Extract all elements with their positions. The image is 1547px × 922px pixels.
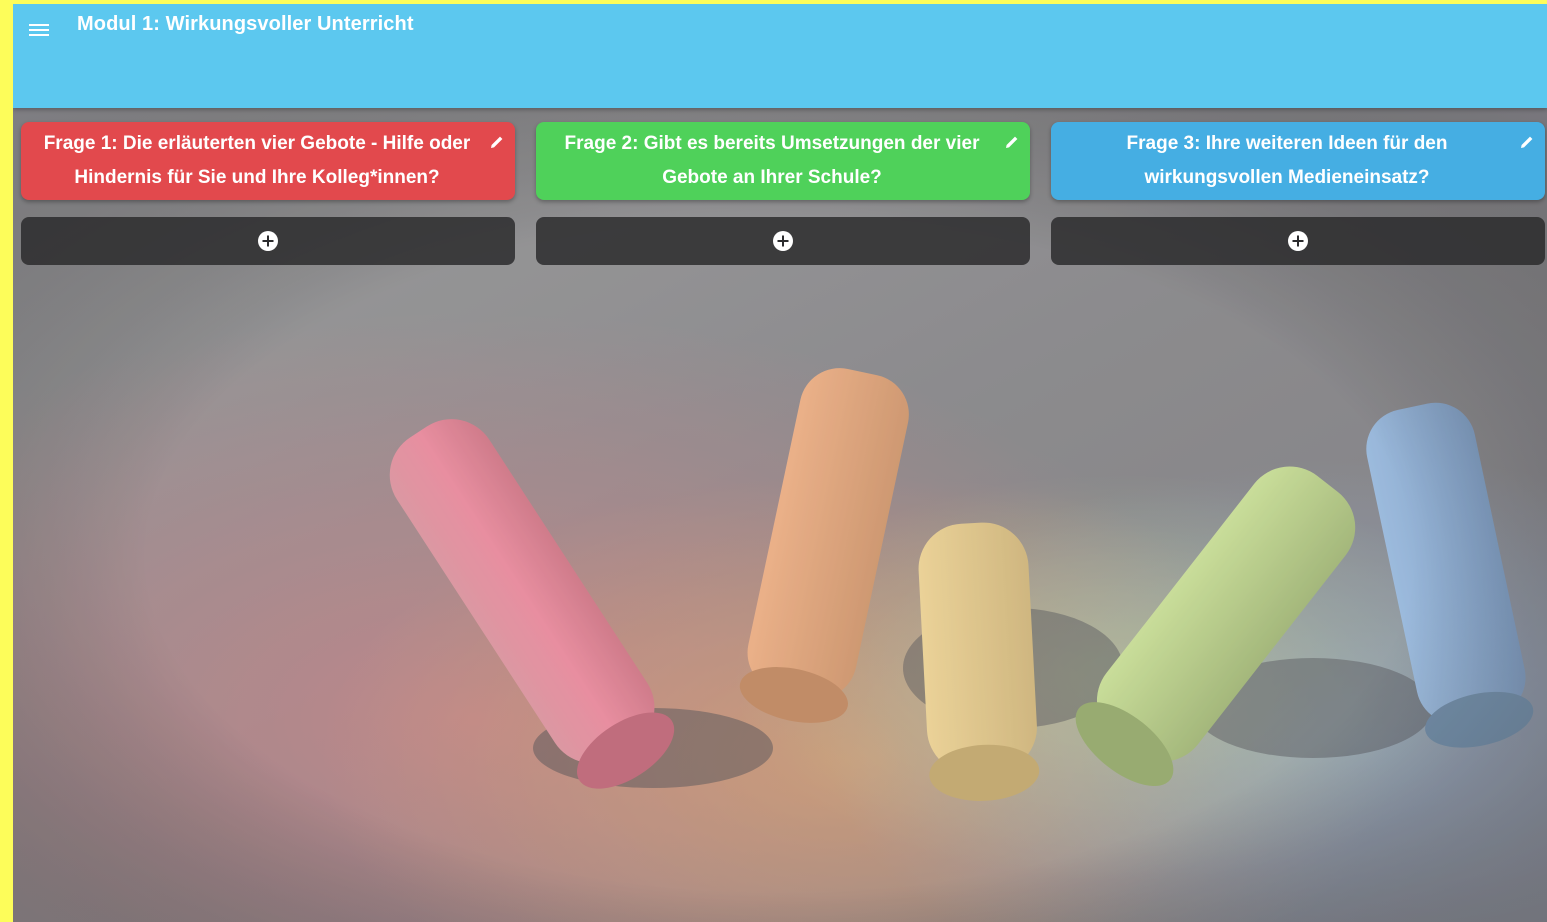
app-frame: Modul 1: Wirkungsvoller Unterricht Frage…	[13, 4, 1547, 922]
column-header-frage-1[interactable]: Frage 1: Die erläuterten vier Gebote - H…	[21, 122, 515, 200]
pencil-icon[interactable]	[1519, 134, 1535, 150]
add-post-button[interactable]	[536, 217, 1030, 265]
add-post-button[interactable]	[1051, 217, 1545, 265]
menu-icon[interactable]	[27, 18, 51, 40]
plus-circle-icon	[1288, 231, 1308, 251]
column-frage-2: Frage 2: Gibt es bereits Umsetzungen der…	[536, 122, 1030, 265]
column-frage-1: Frage 1: Die erläuterten vier Gebote - H…	[21, 122, 515, 265]
plus-circle-icon	[258, 231, 278, 251]
plus-circle-icon	[773, 231, 793, 251]
add-post-button[interactable]	[21, 217, 515, 265]
column-frage-3: Frage 3: Ihre weiteren Ideen für den wir…	[1051, 122, 1545, 265]
pencil-icon[interactable]	[1004, 134, 1020, 150]
app-bar: Modul 1: Wirkungsvoller Unterricht	[13, 4, 1547, 108]
column-header-frage-2[interactable]: Frage 2: Gibt es bereits Umsetzungen der…	[536, 122, 1030, 200]
board-columns: Frage 1: Die erläuterten vier Gebote - H…	[13, 108, 1547, 922]
column-title: Frage 3: Ihre weiteren Ideen für den wir…	[1126, 133, 1448, 188]
column-title: Frage 2: Gibt es bereits Umsetzungen der…	[564, 133, 980, 188]
pencil-icon[interactable]	[489, 134, 505, 150]
column-header-frage-3[interactable]: Frage 3: Ihre weiteren Ideen für den wir…	[1051, 122, 1545, 200]
board-title: Modul 1: Wirkungsvoller Unterricht	[77, 13, 414, 35]
column-title: Frage 1: Die erläuterten vier Gebote - H…	[43, 133, 471, 188]
